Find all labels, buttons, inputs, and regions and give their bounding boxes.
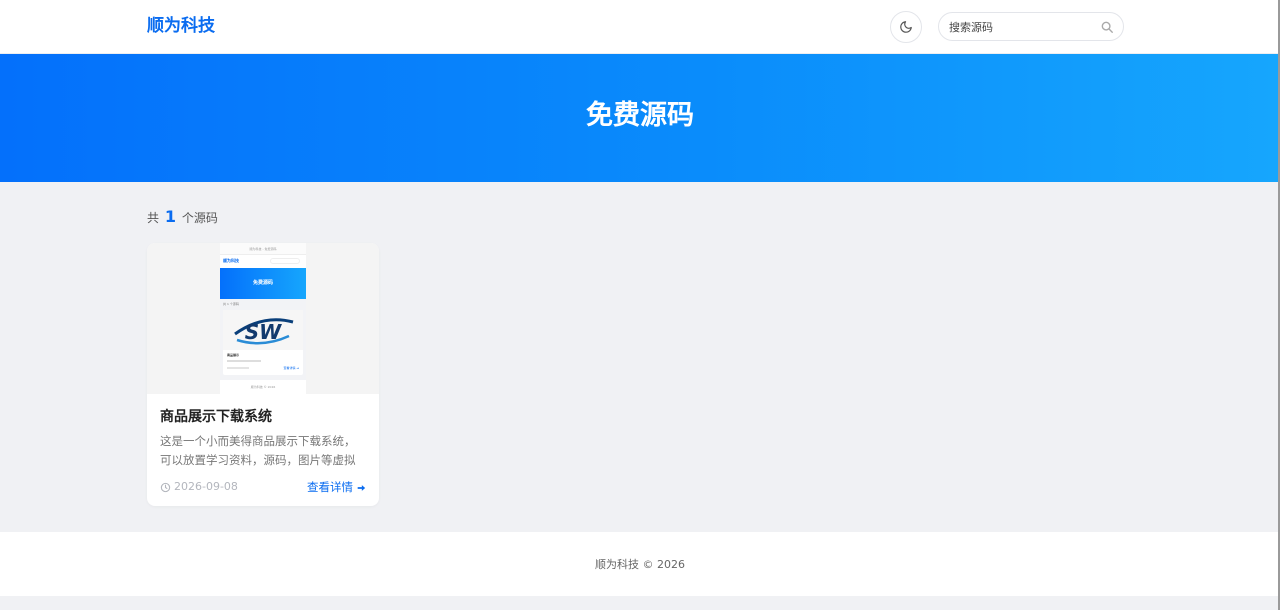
result-count: 共 1 个源码 xyxy=(147,208,218,227)
thumbnail-screenshot: 顺为科技 - 免费源码 顺为科技 免费源码 共 1 个源码 SW 商品展示 查看… xyxy=(220,243,306,394)
card-date-text: 2026-09-08 xyxy=(174,480,238,493)
moon-icon xyxy=(900,21,912,33)
sw-logo: SW xyxy=(234,318,294,345)
thumb-logo-area: SW xyxy=(223,310,303,350)
card-thumbnail[interactable]: 顺为科技 - 免费源码 顺为科技 免费源码 共 1 个源码 SW 商品展示 查看… xyxy=(147,243,379,394)
thumb-navbar: 顺为科技 xyxy=(220,255,306,268)
search-box xyxy=(938,12,1124,41)
search-icon[interactable] xyxy=(1100,20,1114,34)
brand-logo[interactable]: 顺为科技 xyxy=(147,15,215,37)
page-title: 免费源码 xyxy=(586,100,694,131)
hero-banner: 免费源码 xyxy=(0,54,1280,182)
thumb-card-line xyxy=(227,360,261,362)
search-input[interactable] xyxy=(949,17,1099,37)
thumb-card: SW 商品展示 查看详情 ➔ xyxy=(223,310,303,375)
theme-toggle-button[interactable] xyxy=(890,11,922,43)
card-description: 这是一个小而美得商品展示下载系统，可以放置学习资料，源码，图片等虚拟商... xyxy=(160,434,356,467)
thumb-card-date xyxy=(227,367,249,369)
count-suffix: 个源码 xyxy=(181,211,218,225)
svg-text:SW: SW xyxy=(245,320,282,344)
arrow-right-icon xyxy=(357,484,366,491)
thumb-window-title: 顺为科技 - 免费源码 xyxy=(220,243,306,255)
card-title[interactable]: 商品展示下载系统 xyxy=(160,407,272,427)
site-footer: 顺为科技 © 2026 xyxy=(0,532,1280,596)
thumb-search xyxy=(270,258,300,264)
thumb-card-title: 商品展示 xyxy=(227,353,240,357)
top-navbar: 顺为科技 xyxy=(0,0,1280,54)
thumb-card-link: 查看详情 ➔ xyxy=(283,366,299,370)
card-date: 2026-09-08 xyxy=(160,480,238,494)
view-details-link[interactable]: 查看详情 xyxy=(307,480,366,495)
copyright-text: 顺为科技 © 2026 xyxy=(595,558,685,571)
source-card[interactable]: 顺为科技 - 免费源码 顺为科技 免费源码 共 1 个源码 SW 商品展示 查看… xyxy=(147,243,379,506)
thumb-count: 共 1 个源码 xyxy=(223,302,239,306)
thumb-brand: 顺为科技 xyxy=(223,258,239,263)
view-details-label: 查看详情 xyxy=(307,480,353,494)
count-prefix: 共 xyxy=(147,211,160,225)
clock-icon xyxy=(160,482,171,492)
thumb-hero: 免费源码 xyxy=(220,268,306,299)
count-number: 1 xyxy=(164,207,176,226)
thumb-footer: 顺为科技 © 2026 xyxy=(220,380,306,394)
